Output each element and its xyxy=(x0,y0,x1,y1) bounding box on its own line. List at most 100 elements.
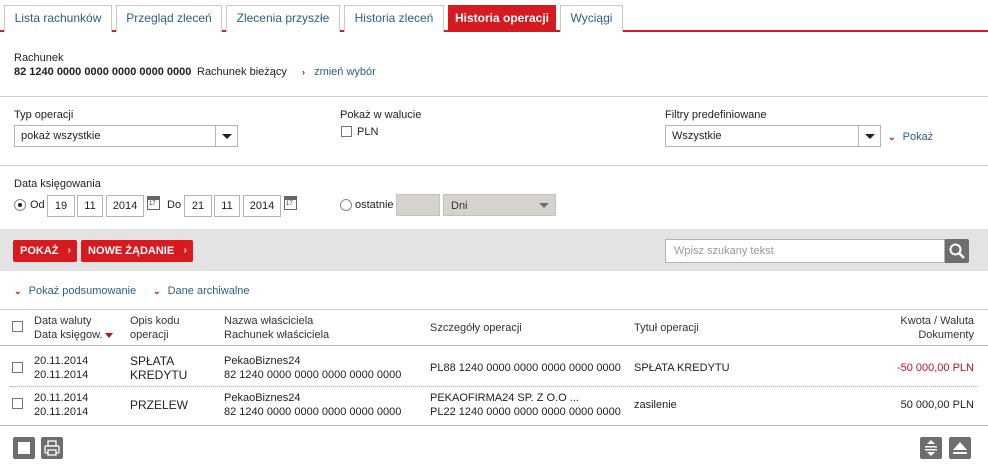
col-code-desc-2: operacji xyxy=(130,329,169,341)
archive-data-link[interactable]: ⌄ Dane archiwalne xyxy=(153,285,250,297)
search-icon xyxy=(949,243,965,259)
operation-code-link-2[interactable]: KREDYTU xyxy=(130,368,187,382)
booking-date: 20.11.2014 xyxy=(34,369,89,381)
tab-future-orders[interactable]: Zlecenia przyszłe xyxy=(226,5,340,32)
operation-title: SPŁATA KREDYTU xyxy=(634,362,730,374)
col-owner-name[interactable]: Nazwa właściciela xyxy=(224,314,313,328)
from-label: Od xyxy=(30,199,45,211)
last-period-label: ostatnie xyxy=(355,199,394,211)
expand-vertical-icon xyxy=(925,440,937,456)
show-filter-label: Pokaż xyxy=(902,131,934,143)
to-day-input[interactable]: 21 xyxy=(184,195,212,217)
col-code-desc-1[interactable]: Opis kodu xyxy=(130,314,180,328)
archive-data-label: Dane archiwalne xyxy=(167,285,250,297)
col-owner-account[interactable]: Rachunek właściciela xyxy=(224,328,329,342)
chevron-down-icon: ⌄ xyxy=(14,286,22,296)
last-period-count-input[interactable] xyxy=(396,194,440,216)
arrow-up-icon xyxy=(953,442,967,454)
table-header-border xyxy=(0,345,988,346)
currency-pln-label: PLN xyxy=(357,126,379,138)
from-month-input[interactable]: 11 xyxy=(77,195,103,217)
checkbox-icon xyxy=(18,442,30,454)
row-checkbox[interactable] xyxy=(12,398,23,409)
show-button[interactable]: POKAŻ › xyxy=(13,240,77,262)
col-details[interactable]: Szczegóły operacji xyxy=(430,321,522,335)
search-button[interactable] xyxy=(945,239,969,263)
scroll-top-button[interactable] xyxy=(949,437,971,459)
account-type: Rachunek bieżący xyxy=(197,66,287,78)
operation-title: zasilenie xyxy=(634,399,677,411)
operation-code-link[interactable]: PRZELEW xyxy=(130,398,188,412)
calendar-day: 17 xyxy=(149,201,156,207)
col-title[interactable]: Tytuł operacji xyxy=(634,321,699,335)
row-checkbox[interactable] xyxy=(12,362,23,373)
owner-account: 82 1240 0000 0000 0000 0000 0000 xyxy=(224,406,402,418)
operation-details: PL88 1240 0000 0000 0000 0000 0000 xyxy=(430,362,621,374)
from-day-input[interactable]: 19 xyxy=(47,195,75,217)
chevron-down-icon xyxy=(539,203,549,208)
expand-rows-button[interactable] xyxy=(920,437,942,459)
show-button-label: POKAŻ xyxy=(20,245,59,257)
last-period-unit-value: Dni xyxy=(451,200,468,212)
to-month-input[interactable]: 11 xyxy=(214,195,240,217)
tab-account-list[interactable]: Lista rachunków xyxy=(4,5,112,32)
col-amount[interactable]: Kwota / Waluta xyxy=(900,314,974,328)
currency-pln-checkbox[interactable] xyxy=(341,126,352,137)
col-documents: Dokumenty xyxy=(918,329,974,341)
chevron-down-icon xyxy=(215,126,237,146)
tab-orders-history[interactable]: Historia zleceń xyxy=(344,5,444,32)
operation-type-select[interactable]: pokaż wszystkie xyxy=(14,125,238,147)
owner-name: PekaoBiznes24 xyxy=(224,392,301,404)
change-account-link[interactable]: › zmień wybór xyxy=(302,66,376,78)
tab-orders-overview[interactable]: Przegląd zleceń xyxy=(116,5,222,32)
print-icon xyxy=(44,440,60,456)
show-filter-link[interactable]: ⌄ Pokaż xyxy=(888,131,933,143)
print-button[interactable] xyxy=(41,437,63,459)
operation-type-label: Typ operacji xyxy=(14,109,74,121)
divider xyxy=(0,96,988,97)
show-summary-label: Pokaż podsumowanie xyxy=(28,285,137,297)
operation-code-link[interactable]: SPŁATA xyxy=(130,354,174,368)
new-request-button-label: NOWE ŻĄDANIE xyxy=(88,245,175,257)
date-range-radio[interactable] xyxy=(14,199,26,211)
booking-date-label: Data księgowania xyxy=(14,178,101,190)
col-booking-date[interactable]: Data księgow. xyxy=(34,328,114,342)
operation-type-value: pokaż wszystkie xyxy=(21,130,101,142)
search-input[interactable]: Wpisz szukany tekst xyxy=(665,239,945,263)
from-year-input[interactable]: 2014 xyxy=(106,195,144,217)
operation-details-account: PL22 1240 0000 0000 0000 0000 0000 xyxy=(430,406,621,418)
calendar-icon[interactable]: 17 xyxy=(147,196,160,210)
value-date: 20.11.2014 xyxy=(34,392,89,404)
to-year-input[interactable]: 2014 xyxy=(243,195,281,217)
owner-name: PekaoBiznes24 xyxy=(224,355,301,367)
predefined-filters-label: Filtry predefiniowane xyxy=(665,109,767,121)
operation-details: PEKAOFIRMA24 SP. Z O.O ... xyxy=(430,392,579,404)
new-request-button[interactable]: NOWE ŻĄDANIE › xyxy=(81,240,193,262)
operation-amount: -50 000,00 PLN xyxy=(896,362,974,374)
sort-desc-icon xyxy=(105,332,114,338)
col-booking-date-label: Data księgow. xyxy=(34,329,103,341)
chevron-down-icon: ⌄ xyxy=(153,286,161,296)
account-number: 82 1240 0000 0000 0000 0000 0000 xyxy=(14,66,192,78)
calendar-day: 17 xyxy=(286,201,293,207)
col-value-date[interactable]: Data waluty xyxy=(34,314,91,328)
row-divider xyxy=(10,386,978,387)
tab-statements[interactable]: Wyciągi xyxy=(560,5,623,32)
last-period-radio[interactable] xyxy=(340,199,352,211)
chevron-right-icon: › xyxy=(302,67,305,77)
predefined-filters-value: Wszystkie xyxy=(672,130,722,142)
divider xyxy=(0,165,988,166)
change-account-label: zmień wybór xyxy=(314,66,376,78)
select-all-button[interactable] xyxy=(13,437,35,459)
chevron-down-icon xyxy=(858,126,880,146)
select-all-checkbox[interactable] xyxy=(12,321,23,332)
value-date: 20.11.2014 xyxy=(34,355,89,367)
predefined-filters-select[interactable]: Wszystkie xyxy=(665,125,881,147)
tab-bar: Lista rachunków Przegląd zleceń Zlecenia… xyxy=(0,0,988,32)
owner-account: 82 1240 0000 0000 0000 0000 0000 xyxy=(224,369,402,381)
tab-operations-history[interactable]: Historia operacji xyxy=(448,5,556,32)
show-summary-link[interactable]: ⌄ Pokaż podsumowanie xyxy=(14,285,136,297)
last-period-unit-select[interactable]: Dni xyxy=(443,194,556,216)
to-label: Do xyxy=(167,199,182,211)
calendar-icon[interactable]: 17 xyxy=(284,196,297,210)
